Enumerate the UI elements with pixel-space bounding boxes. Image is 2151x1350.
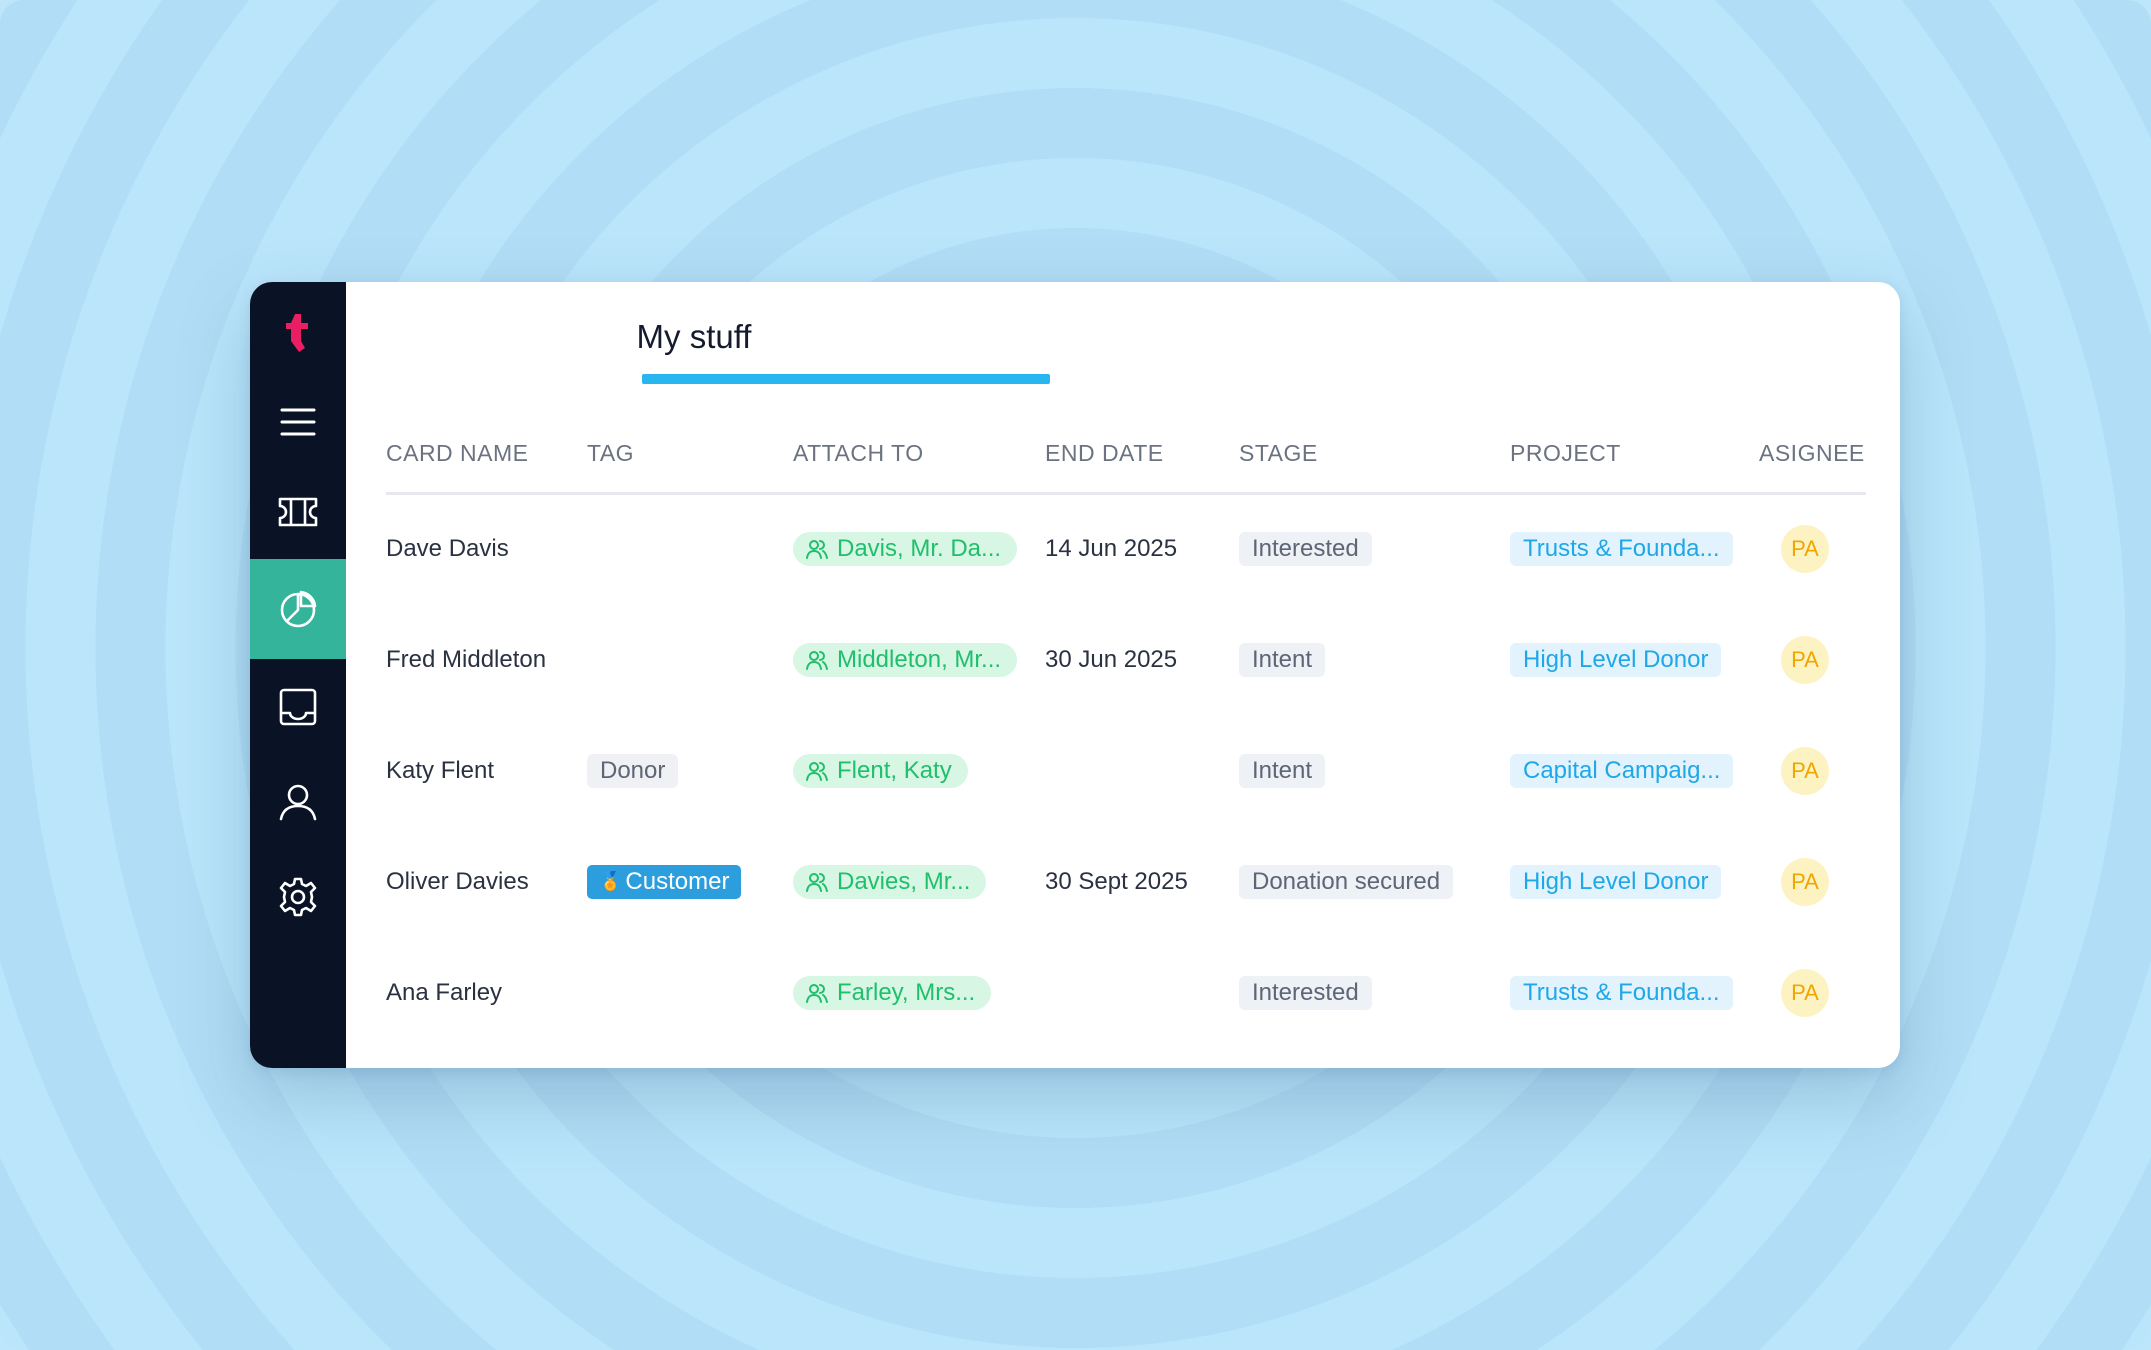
table-row[interactable]: Ana Farley Farley, Mrs... Interested Tru…	[386, 937, 1866, 1048]
users-icon	[806, 650, 828, 670]
attach-to-pill[interactable]: Farley, Mrs...	[793, 975, 992, 1010]
stage-badge[interactable]: Interested	[1239, 531, 1372, 566]
tag-badge[interactable]: 🏅 Customer	[587, 864, 742, 899]
pie-chart-icon	[280, 590, 317, 628]
avatar[interactable]: PA	[1781, 635, 1829, 684]
tag-badge[interactable]: Donor	[587, 753, 679, 788]
users-icon	[806, 983, 828, 1003]
header-card-name[interactable]: CARD NAME	[386, 440, 529, 467]
table-row[interactable]: Katy Flent Donor Flent, Katy Intent Capi…	[386, 715, 1866, 826]
stage-badge[interactable]: Intent	[1239, 642, 1326, 677]
avatar[interactable]: PA	[1781, 857, 1829, 906]
users-icon	[806, 539, 828, 559]
user-icon	[279, 784, 317, 821]
stage-badge[interactable]: Interested	[1239, 975, 1372, 1010]
attach-to-pill[interactable]: Middleton, Mr...	[793, 642, 1018, 677]
header-tag[interactable]: TAG	[587, 440, 634, 467]
users-icon	[806, 872, 828, 892]
stage-badge[interactable]: Donation secured	[1239, 864, 1454, 899]
sidebar-item-settings[interactable]	[250, 847, 346, 947]
sidebar-item-inbox[interactable]	[250, 657, 346, 757]
header-end-date[interactable]: END DATE	[1045, 440, 1164, 467]
sidebar-item-dashboard[interactable]	[250, 559, 346, 659]
table-row[interactable]: Oliver Davies 🏅 Customer Davies, Mr... 3…	[386, 826, 1866, 937]
attach-to-text: Farley, Mrs...	[837, 978, 976, 1006]
avatar[interactable]: PA	[1781, 746, 1829, 795]
inbox-icon	[279, 688, 317, 726]
project-badge[interactable]: High Level Donor	[1510, 642, 1722, 677]
tag-text: Customer	[625, 867, 730, 895]
logo-icon	[286, 314, 308, 352]
sidebar	[250, 282, 346, 1068]
menu-icon	[280, 408, 316, 436]
logo[interactable]	[250, 282, 346, 382]
medal-icon: 🏅	[599, 871, 622, 891]
attach-to-pill[interactable]: Flent, Katy	[793, 753, 968, 788]
card-name[interactable]: Katy Flent	[386, 757, 494, 785]
sidebar-item-tickets[interactable]	[250, 462, 346, 562]
project-badge[interactable]: High Level Donor	[1510, 864, 1722, 899]
project-badge[interactable]: Trusts & Founda...	[1510, 975, 1733, 1010]
project-badge[interactable]: Trusts & Founda...	[1510, 531, 1733, 566]
attach-to-text: Flent, Katy	[837, 756, 952, 784]
attach-to-text: Middleton, Mr...	[837, 645, 1002, 673]
tab-my-stuff[interactable]: My stuff	[346, 318, 1042, 356]
end-date: 14 Jun 2025	[1045, 534, 1178, 562]
end-date: 30 Sept 2025	[1045, 867, 1188, 895]
header-stage[interactable]: STAGE	[1239, 440, 1318, 467]
app-window: My stuff CARD NAME TAG ATTACH TO END DAT…	[250, 282, 1900, 1068]
header-project[interactable]: PROJECT	[1510, 440, 1621, 467]
sidebar-item-contacts[interactable]	[250, 752, 346, 852]
ticket-icon	[278, 497, 318, 527]
project-badge[interactable]: Capital Campaig...	[1510, 753, 1734, 788]
card-name[interactable]: Dave Davis	[386, 535, 509, 563]
avatar[interactable]: PA	[1781, 524, 1829, 573]
card-name[interactable]: Fred Middleton	[386, 646, 546, 674]
header-assignee[interactable]: ASIGNEE	[1759, 440, 1865, 467]
sidebar-item-menu[interactable]	[250, 372, 346, 472]
table-header: CARD NAME TAG ATTACH TO END DATE STAGE P…	[386, 440, 1866, 495]
attach-to-pill[interactable]: Davies, Mr...	[793, 864, 987, 899]
gear-icon	[279, 877, 317, 917]
header-attach-to[interactable]: ATTACH TO	[793, 440, 924, 467]
stage-badge[interactable]: Intent	[1239, 753, 1326, 788]
avatar[interactable]: PA	[1781, 968, 1829, 1017]
card-name[interactable]: Ana Farley	[386, 979, 502, 1007]
attach-to-text: Davies, Mr...	[837, 867, 971, 895]
end-date: 30 Jun 2025	[1045, 645, 1178, 673]
table-row[interactable]: Fred Middleton Middleton, Mr... 30 Jun 2…	[386, 604, 1866, 715]
tab-active-indicator	[642, 374, 1050, 384]
card-name[interactable]: Oliver Davies	[386, 868, 529, 896]
users-icon	[806, 761, 828, 781]
attach-to-text: Davis, Mr. Da...	[837, 534, 1002, 562]
attach-to-pill[interactable]: Davis, Mr. Da...	[793, 531, 1018, 566]
table-row[interactable]: Dave Davis Davis, Mr. Da... 14 Jun 2025 …	[386, 493, 1866, 604]
